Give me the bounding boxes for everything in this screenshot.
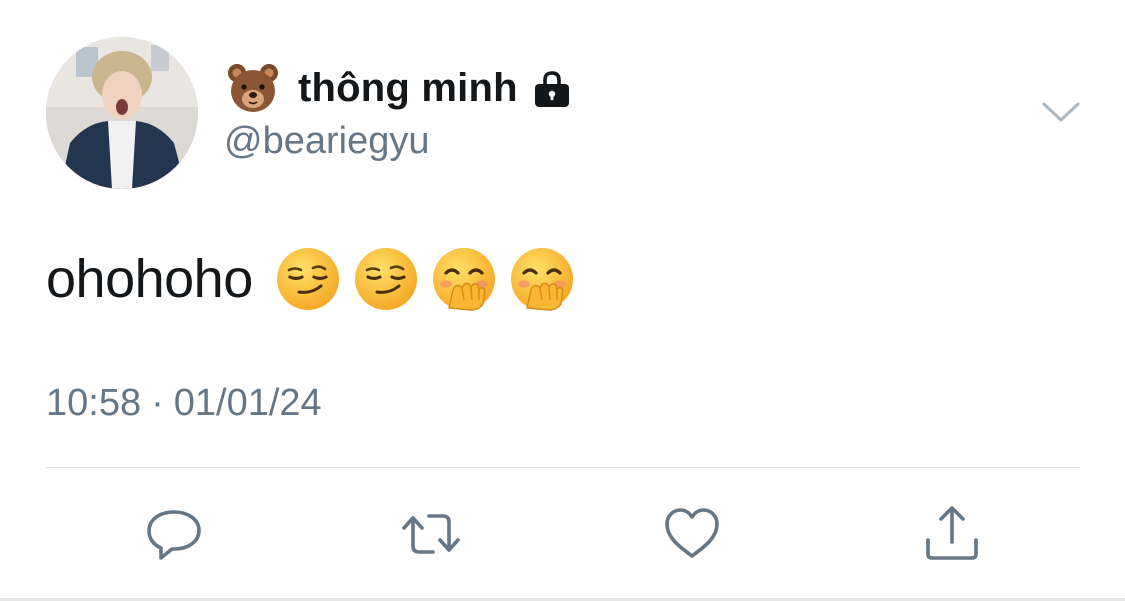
retweet-icon bbox=[402, 514, 460, 554]
tweet-text: ohohoho bbox=[46, 249, 253, 309]
reply-icon bbox=[147, 510, 201, 560]
lock-icon bbox=[532, 69, 572, 109]
reply-button[interactable] bbox=[142, 502, 206, 566]
tweet-date: 01/01/24 bbox=[173, 382, 322, 424]
share-icon bbox=[926, 506, 978, 560]
face-with-hand-over-mouth-icon bbox=[431, 246, 497, 312]
tweet-body: ohohoho bbox=[46, 243, 587, 315]
timestamp-separator: · bbox=[151, 382, 164, 424]
author-display-name[interactable]: thông minh bbox=[298, 66, 518, 111]
bear-face-icon bbox=[226, 62, 280, 114]
smirking-face-icon bbox=[275, 246, 341, 312]
share-button[interactable] bbox=[920, 502, 984, 566]
avatar-image bbox=[46, 37, 198, 189]
tweet-time: 10:58 bbox=[46, 382, 142, 424]
divider bbox=[46, 467, 1080, 468]
avatar[interactable] bbox=[46, 37, 198, 189]
author-name-row[interactable]: thông minh bbox=[226, 58, 572, 118]
like-button[interactable] bbox=[660, 502, 724, 566]
tweet-options-chevron-icon[interactable] bbox=[1040, 96, 1082, 126]
author-handle[interactable]: @beariegyu bbox=[224, 120, 429, 163]
smirking-face-icon bbox=[353, 246, 419, 312]
heart-icon bbox=[665, 508, 719, 558]
retweet-button[interactable] bbox=[399, 502, 463, 566]
face-with-hand-over-mouth-icon bbox=[509, 246, 575, 312]
tweet-timestamp[interactable]: 10:58 · 01/01/24 bbox=[46, 382, 322, 425]
